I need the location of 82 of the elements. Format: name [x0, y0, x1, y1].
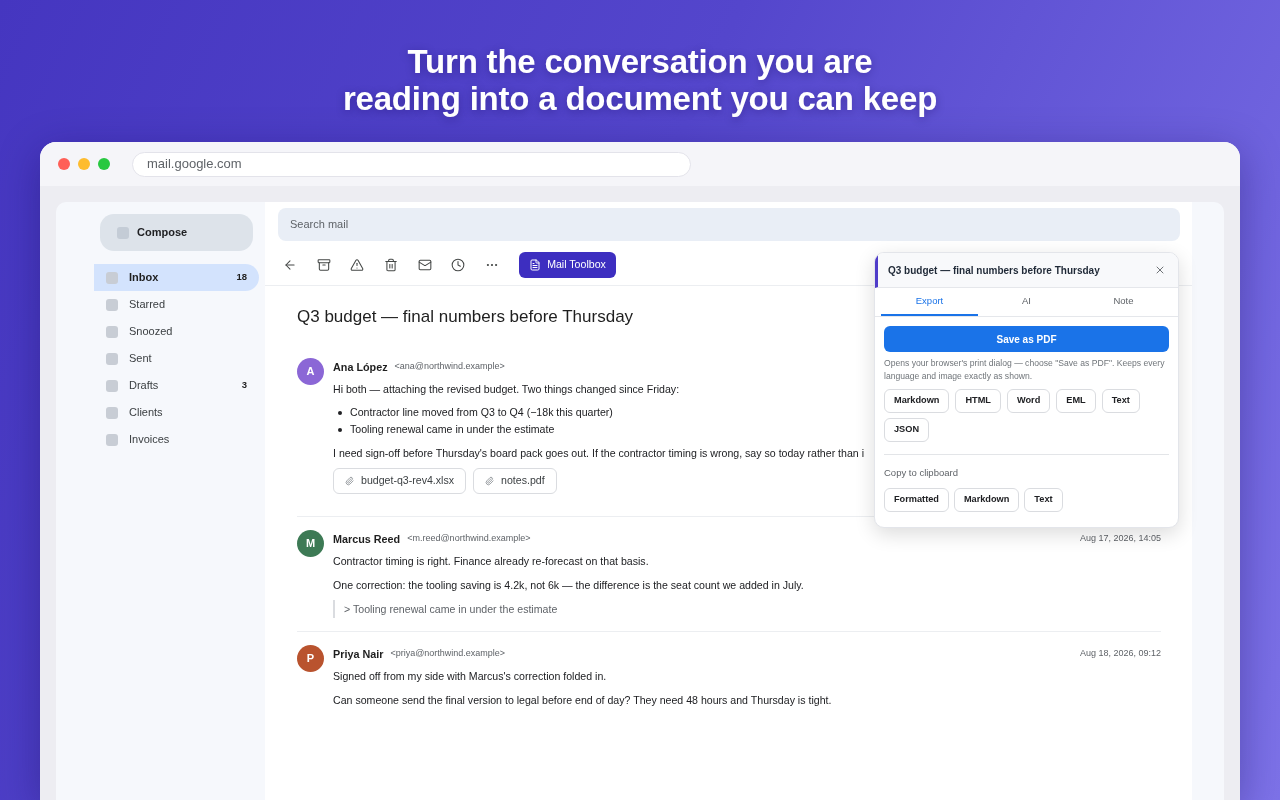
sidebar-item-label: Drafts: [129, 378, 159, 394]
sender-name: Ana López: [333, 359, 388, 375]
sidebar-item-label: Inbox: [129, 270, 159, 286]
square-icon: [106, 271, 118, 284]
copy-format-button[interactable]: Formatted: [884, 488, 949, 512]
clipboard-heading: Copy to clipboard: [884, 467, 959, 479]
panel-tab[interactable]: Export: [881, 288, 978, 316]
document-icon: [529, 259, 542, 271]
sidebar-item[interactable]: Sent: [94, 345, 259, 372]
list-item-text: Tooling renewal came in under the estimate: [350, 422, 555, 437]
square-icon: [106, 433, 118, 446]
square-icon: [106, 406, 118, 419]
copy-format-button[interactable]: Markdown: [953, 488, 1020, 512]
sidebar-item[interactable]: Clients: [94, 399, 259, 426]
clock-icon[interactable]: [451, 258, 466, 272]
message-text: Hi both — attaching the revised budget. Two things changed since Friday:: [333, 382, 680, 397]
attachment-name: notes.pdf: [501, 473, 545, 489]
message-text: Contractor timing is right. Finance already re-forecast on that basis.: [333, 554, 649, 569]
export-format-button[interactable]: Text: [1101, 389, 1140, 413]
sender-email: <m.reed@northwind.example>: [407, 532, 531, 546]
warning-icon[interactable]: [350, 258, 365, 272]
export-format-button[interactable]: Markdown: [884, 389, 950, 413]
sidebar-item[interactable]: Drafts 3: [94, 372, 259, 399]
compose-button[interactable]: Compose: [100, 214, 253, 251]
unread-count: 3: [241, 378, 247, 393]
sidebar-item[interactable]: Inbox 18: [94, 264, 259, 291]
message-text: Signed off from my side with Marcus's correction folded in.: [333, 669, 607, 684]
quoted-text: > Tooling renewal came in under the estimate: [333, 600, 558, 618]
search-field[interactable]: Search mail: [278, 208, 1180, 241]
sidebar-item[interactable]: Invoices: [94, 426, 259, 453]
avatar: P: [297, 645, 324, 672]
attachment-name: budget-q3-rev4.xlsx: [361, 473, 455, 489]
bullet-icon: [338, 410, 342, 415]
avatar: A: [297, 358, 324, 385]
square-icon: [106, 325, 118, 338]
close-window-icon[interactable]: [58, 158, 70, 170]
panel-tab[interactable]: Note: [1075, 288, 1172, 316]
sender-email: <ana@northwind.example>: [394, 360, 505, 374]
export-format-button[interactable]: EML: [1056, 389, 1096, 413]
export-format-button[interactable]: JSON: [884, 418, 930, 442]
save-as-pdf-button[interactable]: Save as PDF: [884, 326, 1169, 352]
sidebar-item-label: Sent: [129, 351, 152, 367]
export-hint: Opens your browser's print dialog — choose "Save as PDF". Keeps every language and image exactly as shown.: [884, 357, 1166, 383]
sidebar-item[interactable]: Snoozed: [94, 318, 259, 345]
message-text: I need sign-off before Thursday's board pack goes out. If the contractor timing is wrong, say so today rather than i: [333, 446, 865, 461]
unread-count: 18: [236, 270, 247, 285]
export-format-button[interactable]: Word: [1006, 389, 1051, 413]
sidebar-item-label: Snoozed: [129, 324, 173, 340]
mail-toolbox-button[interactable]: Mail Toolbox: [519, 252, 616, 278]
attachment-chip[interactable]: budget-q3-rev4.xlsx: [333, 468, 467, 494]
panel-tab[interactable]: AI: [978, 288, 1075, 316]
headline: Turn the conversation you are reading into a document you can keep: [342, 43, 938, 117]
panel-title: Q3 budget — final numbers before Thursday: [888, 263, 1100, 278]
sender-name: Priya Nair: [333, 646, 384, 662]
sidebar-item-label: Clients: [129, 405, 163, 421]
sender-email: <priya@northwind.example>: [390, 647, 506, 661]
square-icon: [106, 298, 118, 311]
message-text: One correction: the tooling saving is 4.2k, not 6k — the difference is the seat count we added in July.: [333, 578, 804, 593]
paperclip-icon: [345, 476, 354, 486]
sidebar-item-label: Invoices: [129, 432, 170, 448]
attachment-chip[interactable]: notes.pdf: [473, 468, 557, 494]
avatar: M: [297, 530, 324, 557]
sidebar-item[interactable]: Starred: [94, 291, 259, 318]
envelope-icon[interactable]: [417, 258, 432, 272]
message-date: Aug 17, 2026, 14:05: [1079, 532, 1161, 546]
archive-icon[interactable]: [316, 258, 331, 272]
message-text: Can someone send the final version to legal before end of day? They need 48 hours and Thursday is tight.: [333, 693, 832, 708]
export-format-button[interactable]: HTML: [955, 389, 1001, 413]
square-icon: [106, 352, 118, 365]
copy-format-button[interactable]: Text: [1024, 488, 1063, 512]
sidebar-item-label: Starred: [129, 297, 166, 313]
close-icon[interactable]: [1154, 264, 1166, 276]
trash-icon[interactable]: [384, 258, 399, 272]
email-subject: Q3 budget — final numbers before Thursday: [297, 306, 634, 328]
sender-name: Marcus Reed: [333, 531, 401, 547]
list-item-text: Contractor line moved from Q3 to Q4 (−18k this quarter): [350, 405, 613, 420]
paperclip-icon: [485, 476, 495, 486]
address-bar[interactable]: mail.google.com: [132, 151, 691, 177]
square-icon: [106, 379, 118, 392]
square-icon: [117, 226, 129, 239]
bullet-icon: [338, 427, 342, 432]
message-date: Aug 18, 2026, 09:12: [1079, 647, 1161, 661]
